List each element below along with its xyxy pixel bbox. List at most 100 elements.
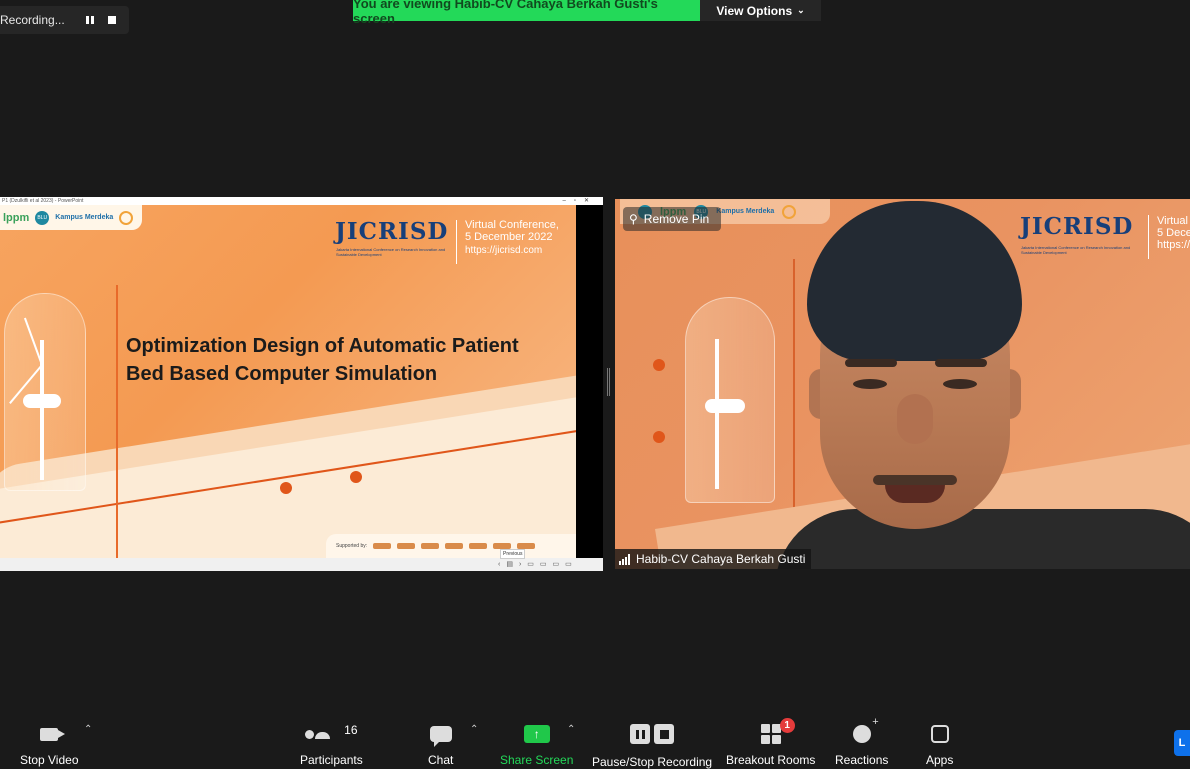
cloud-icon: [23, 394, 61, 408]
person-nose: [897, 394, 933, 444]
stop-recording-button[interactable]: [102, 10, 122, 30]
participant-name-tag: Habib-CV Cahaya Berkah Gusti: [615, 549, 812, 569]
apps-button[interactable]: Apps: [926, 722, 953, 767]
sponsor-logo: [373, 543, 392, 549]
supported-by-label: Supported by:: [336, 543, 368, 549]
kampus-merdeka-logo: Kampus Merdeka: [716, 208, 775, 215]
apps-icon: [930, 725, 949, 743]
bg-header-divider: [1148, 215, 1149, 259]
reactions-emoji-icon: [852, 716, 879, 743]
participant-person: [775, 199, 1190, 569]
recording-label: Recording...: [0, 13, 65, 27]
previous-tooltip: Previous: [500, 549, 526, 559]
view-options-button[interactable]: View Options ⌄: [700, 0, 821, 21]
sponsor-strip: Supported by:: [326, 534, 576, 558]
presenter-sidebar: [576, 205, 603, 558]
slide-vertical-line: [116, 285, 118, 558]
bg-conference-website: https://: [1157, 239, 1190, 251]
sponsor-logo: [397, 543, 416, 549]
bg-conference-info: Virtual 5 Dece https://: [1157, 215, 1190, 251]
meeting-toolbar: Stop Video ⌃ 16 Participants Chat ⌃ ↑ Sh…: [0, 708, 1190, 769]
conference-line1: Virtual Conference,: [465, 219, 559, 231]
share-options-caret-icon[interactable]: ⌃: [567, 724, 575, 735]
reactions-label: Reactions: [835, 753, 889, 767]
split-resize-handle[interactable]: [607, 368, 610, 396]
pin-icon: ⚲: [629, 212, 638, 226]
pause-icon: [86, 16, 94, 24]
blu-logo: BLU: [35, 210, 50, 225]
shared-screen[interactable]: P1 (Dzulkifli et al 2023) - PowerPoint –…: [0, 197, 603, 571]
powerpoint-titlebar: P1 (Dzulkifli et al 2023) - PowerPoint –…: [0, 197, 603, 205]
kampus-merdeka-logo: Kampus Merdeka: [55, 214, 114, 221]
wind-turbine-icon: [715, 339, 719, 489]
window-title: P1 (Dzulkifli et al 2023) - PowerPoint: [2, 198, 84, 204]
stop-icon: [108, 16, 116, 24]
participants-label: Participants: [300, 753, 363, 767]
sponsor-logo: [421, 543, 440, 549]
video-camera-icon: [40, 727, 66, 741]
chat-button[interactable]: Chat: [428, 722, 453, 767]
partner-logos: lppm BLU Kampus Merdeka: [0, 205, 142, 230]
reactions-button[interactable]: Reactions: [835, 716, 889, 767]
chat-label: Chat: [428, 753, 454, 767]
person-moustache: [873, 475, 957, 485]
person-brow: [845, 359, 897, 367]
breakout-rooms-label: Breakout Rooms: [726, 753, 816, 767]
viewing-banner: You are viewing Habib-CV Cahaya Berkah G…: [353, 0, 700, 26]
participants-count: 16: [344, 723, 358, 737]
bg-conference-line1: Virtual: [1157, 215, 1188, 227]
conference-date: 5 December 2022: [465, 231, 553, 243]
video-options-caret-icon[interactable]: ⌃: [84, 724, 92, 735]
chevron-down-icon: ⌄: [797, 5, 805, 15]
chat-options-caret-icon[interactable]: ⌃: [470, 724, 478, 735]
slide-title-line1: Optimization Design of Automatic Patient: [126, 335, 519, 357]
chat-bubble-icon: [429, 726, 452, 747]
powerpoint-statusbar: Previous ‹▤›▭▭▭▭: [0, 549, 603, 571]
remove-pin-button[interactable]: ⚲ Remove Pin: [623, 207, 721, 231]
pause-recording-button[interactable]: [80, 10, 100, 30]
breakout-rooms-icon: [760, 724, 781, 744]
jicrisd-subtitle: Jakarta International Conference on Rese…: [336, 247, 446, 257]
person-eye: [943, 379, 977, 389]
sponsor-logo: [469, 543, 488, 549]
header-divider: [456, 220, 457, 264]
slide-dot: [350, 471, 362, 483]
bg-dot: [653, 359, 665, 371]
stop-icon: [654, 724, 675, 744]
pause-stop-recording-button[interactable]: Pause/Stop Recording: [592, 722, 712, 769]
recording-indicator: Recording...: [0, 6, 129, 34]
bg-conference-date: 5 Dece: [1157, 227, 1190, 239]
slide-dot: [280, 482, 292, 494]
person-mouth: [885, 485, 945, 503]
view-controls-icon[interactable]: ‹▤›▭▭▭▭: [498, 560, 578, 568]
cloud-icon: [705, 399, 745, 413]
pause-stop-recording-label: Pause/Stop Recording: [592, 755, 713, 769]
lppm-logo: lppm: [3, 211, 30, 224]
pause-icon: [630, 724, 651, 744]
breakout-badge: 1: [779, 718, 795, 733]
bg-dot: [653, 431, 665, 443]
participants-icon: [305, 729, 331, 739]
sponsor-logo: [445, 543, 464, 549]
remove-pin-label: Remove Pin: [643, 212, 710, 226]
share-screen-arrow-icon: ↑: [523, 725, 550, 743]
conference-info: Virtual Conference, 5 December 2022: [465, 219, 559, 243]
stop-video-button[interactable]: Stop Video: [20, 722, 79, 767]
person-eye: [853, 379, 887, 389]
view-options-label: View Options: [716, 3, 793, 18]
participants-button[interactable]: 16 Participants: [300, 722, 363, 767]
person-brow: [935, 359, 987, 367]
presentation-slide: lppm BLU Kampus Merdeka JICRISD Jakarta …: [0, 205, 576, 558]
person-hair: [807, 201, 1022, 361]
leave-button-partial[interactable]: L: [1174, 730, 1190, 756]
participant-video[interactable]: lppm BLU Kampus Merdeka JICRISD Jakarta …: [615, 199, 1190, 569]
share-screen-button[interactable]: ↑ Share Screen: [500, 722, 573, 767]
apps-label: Apps: [926, 753, 954, 767]
participant-name: Habib-CV Cahaya Berkah Gusti: [636, 552, 806, 566]
jicrisd-logo: JICRISD: [335, 218, 449, 245]
stop-video-label: Stop Video: [20, 753, 79, 767]
window-controls-icon: –▫✕: [562, 198, 597, 204]
ring-logo: [119, 210, 134, 225]
breakout-rooms-button[interactable]: 1 Breakout Rooms: [726, 718, 816, 767]
slide-title-line2: Bed Based Computer Simulation: [126, 363, 438, 385]
